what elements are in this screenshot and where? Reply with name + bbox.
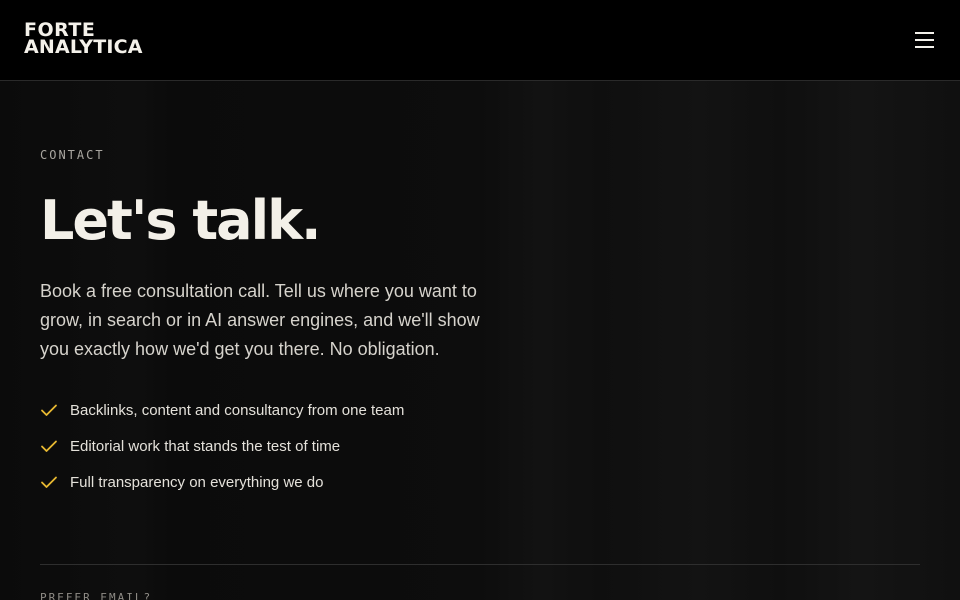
list-item: Backlinks, content and consultancy from …	[40, 399, 420, 423]
check-icon	[41, 404, 57, 416]
prefer-email-label: PREFER EMAIL?	[40, 591, 153, 600]
check-icon	[41, 476, 57, 488]
section-divider	[40, 564, 920, 565]
section-eyebrow: CONTACT	[40, 148, 105, 162]
brand-logo[interactable]: FORTE ANALYTICA	[24, 21, 143, 58]
contact-section: CONTACT Let's talk. Book a free consulta…	[0, 81, 960, 600]
menu-bar	[914, 46, 934, 48]
menu-bar	[914, 32, 934, 34]
check-icon	[41, 440, 57, 452]
logo-line-2: ANALYTICA	[24, 36, 143, 58]
feature-text: Editorial work that stands the test of t…	[70, 438, 341, 455]
list-item: Editorial work that stands the test of t…	[40, 435, 420, 459]
feature-text: Backlinks, content and consultancy from …	[70, 402, 405, 419]
page-title: Let's talk.	[40, 189, 322, 252]
hamburger-menu-icon[interactable]	[904, 26, 944, 54]
feature-text: Full transparency on everything we do	[70, 474, 324, 491]
site-header: FORTE ANALYTICA	[0, 0, 960, 81]
intro-paragraph: Book a free consultation call. Tell us w…	[40, 281, 480, 359]
list-item: Full transparency on everything we do	[40, 471, 420, 495]
menu-bar	[914, 39, 934, 41]
feature-list: Backlinks, content and consultancy from …	[40, 399, 420, 507]
